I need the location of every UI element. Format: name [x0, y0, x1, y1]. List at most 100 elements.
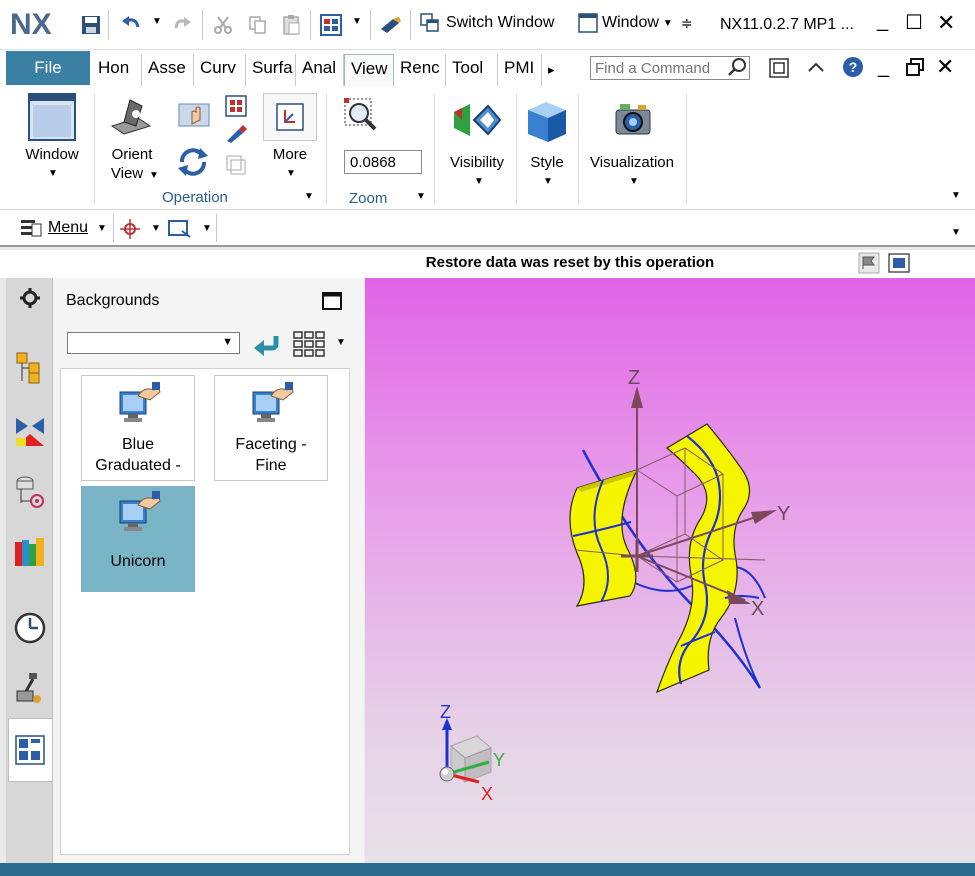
triad-y-label: Y [493, 750, 505, 770]
graphics-viewport[interactable]: Z Y X Z Y X [365, 278, 975, 863]
file-tab[interactable]: File [6, 51, 90, 85]
undo-icon[interactable] [118, 12, 144, 38]
separator [202, 10, 203, 40]
system-materials-icon[interactable] [12, 670, 48, 706]
help-icon[interactable]: ? [842, 56, 864, 83]
visibility-label[interactable]: Visibility [440, 154, 514, 171]
z-arrow-icon [631, 386, 643, 408]
app-title: NX11.0.2.7 MP1 ... [720, 16, 854, 33]
tab-analysis[interactable]: Anal [296, 54, 344, 86]
style-label[interactable]: Style [522, 154, 572, 171]
tab-pmi[interactable]: PMI [498, 54, 542, 86]
command-finder-icon[interactable] [318, 12, 344, 38]
pencil-icon[interactable] [225, 125, 247, 148]
dialog-flag-icon[interactable] [858, 252, 880, 279]
visualization-dropdown-icon[interactable]: ▼ [629, 176, 639, 187]
rotate-icon[interactable] [176, 146, 210, 183]
tile-blue-graduated[interactable]: Blue Graduated - [81, 375, 195, 481]
tabs-more-icon[interactable]: ▸ [542, 54, 572, 86]
zoom-group-dropdown-icon[interactable]: ▼ [416, 191, 426, 202]
window-menu-button[interactable]: Window ▼ ≑ [578, 13, 693, 33]
doc-close-button[interactable]: ✕ [936, 54, 954, 80]
window-dropdown-icon[interactable]: ▼ [48, 168, 58, 179]
zoom-scale-input[interactable] [344, 150, 422, 174]
doc-minimize-button[interactable]: _ [878, 56, 889, 79]
doc-restore-icon[interactable] [905, 57, 925, 82]
command-dropdown-icon[interactable]: ▼ [352, 16, 362, 27]
menu-dropdown-icon[interactable]: ▼ [97, 223, 107, 234]
separator [108, 10, 109, 40]
switch-window-button[interactable]: Switch Window [420, 13, 554, 33]
quick-access-customize-icon[interactable]: ≑ [681, 15, 693, 32]
visibility-dropdown-icon[interactable]: ▼ [474, 176, 484, 187]
view-triad: Z Y X [439, 702, 505, 804]
style-icon[interactable] [524, 98, 570, 149]
tab-surface[interactable]: Surfa [246, 54, 296, 86]
zoom-fit-icon[interactable] [225, 95, 247, 122]
full-screen-view-icon[interactable] [887, 252, 911, 279]
model-view: Z Y X Z Y X [439, 367, 790, 804]
view-mode-dropdown-icon[interactable]: ▼ [336, 337, 346, 348]
orient-view-label-2[interactable]: View [102, 165, 152, 182]
operation-group-dropdown-icon[interactable]: ▼ [304, 191, 314, 202]
pan-icon[interactable] [178, 100, 212, 135]
part-navigator-icon[interactable] [12, 474, 48, 510]
maximize-button[interactable]: ☐ [905, 10, 923, 35]
tile-faceting-fine[interactable]: Faceting - Fine [214, 375, 328, 481]
orient-view-icon[interactable] [108, 96, 154, 141]
selection-dropdown-icon[interactable]: ▼ [202, 223, 212, 234]
tab-home[interactable]: Hon [92, 54, 142, 86]
style-dropdown-icon[interactable]: ▼ [543, 176, 553, 187]
menu-button[interactable]: Menu [48, 219, 88, 237]
menu-icon[interactable] [20, 219, 42, 242]
triad-z-label: Z [440, 702, 451, 722]
collapse-ribbon-icon[interactable] [805, 57, 827, 84]
more-large-button[interactable] [263, 93, 317, 141]
tile-label: Faceting - Fine [235, 436, 307, 474]
window-button-label[interactable]: Window [14, 146, 90, 163]
view-mode-icon[interactable] [292, 330, 326, 363]
panel-maximize-icon[interactable] [322, 292, 342, 315]
tab-tools[interactable]: Tool [446, 54, 498, 86]
orient-view-label[interactable]: Orient [102, 146, 162, 163]
tab-assemblies[interactable]: Asse [142, 54, 194, 86]
touch-mode-icon[interactable] [378, 12, 404, 38]
minimize-button[interactable]: _ [877, 10, 888, 33]
back-arrow-icon[interactable] [252, 332, 282, 361]
settings-icon[interactable] [12, 280, 48, 316]
snap-point-icon[interactable] [120, 219, 140, 244]
selection-filter-icon[interactable] [168, 219, 192, 244]
tab-curve[interactable]: Curv [194, 54, 246, 86]
more-icon [276, 103, 304, 131]
separator [326, 94, 327, 204]
visualization-icon[interactable] [612, 100, 654, 143]
visibility-icon[interactable] [452, 100, 502, 145]
orient-view-dropdown-icon[interactable]: ▼ [149, 170, 159, 181]
save-icon[interactable] [78, 12, 104, 38]
reuse-library-icon[interactable] [12, 534, 48, 570]
tab-view[interactable]: View [344, 54, 394, 86]
window-large-icon[interactable] [28, 93, 76, 146]
zoom-icon[interactable] [344, 98, 378, 137]
more-dropdown-icon[interactable]: ▼ [286, 168, 296, 179]
assembly-navigator-icon[interactable] [12, 350, 48, 386]
ribbon-options-icon[interactable]: ▼ [951, 190, 961, 201]
find-command-input[interactable] [590, 56, 750, 80]
search-icon[interactable] [727, 57, 747, 82]
visualization-label[interactable]: Visualization [582, 154, 682, 171]
more-label[interactable]: More [262, 146, 318, 163]
background-monitor-icon [119, 491, 161, 531]
snap-dropdown-icon[interactable]: ▼ [151, 223, 161, 234]
background-monitor-icon [252, 382, 294, 422]
close-button[interactable]: ✕ [937, 10, 955, 36]
roles-icon[interactable] [12, 732, 48, 768]
constraint-navigator-icon[interactable] [12, 414, 48, 450]
tab-render[interactable]: Renc [394, 54, 446, 86]
undo-dropdown-icon[interactable]: ▼ [152, 16, 162, 27]
separator [410, 10, 411, 40]
background-filter-dropdown[interactable]: ▼ [67, 332, 240, 354]
full-screen-icon[interactable] [768, 57, 790, 84]
menubar-options-icon[interactable]: ▼ [951, 227, 961, 238]
tile-unicorn[interactable]: Unicorn [81, 486, 195, 592]
history-icon[interactable] [12, 610, 48, 646]
